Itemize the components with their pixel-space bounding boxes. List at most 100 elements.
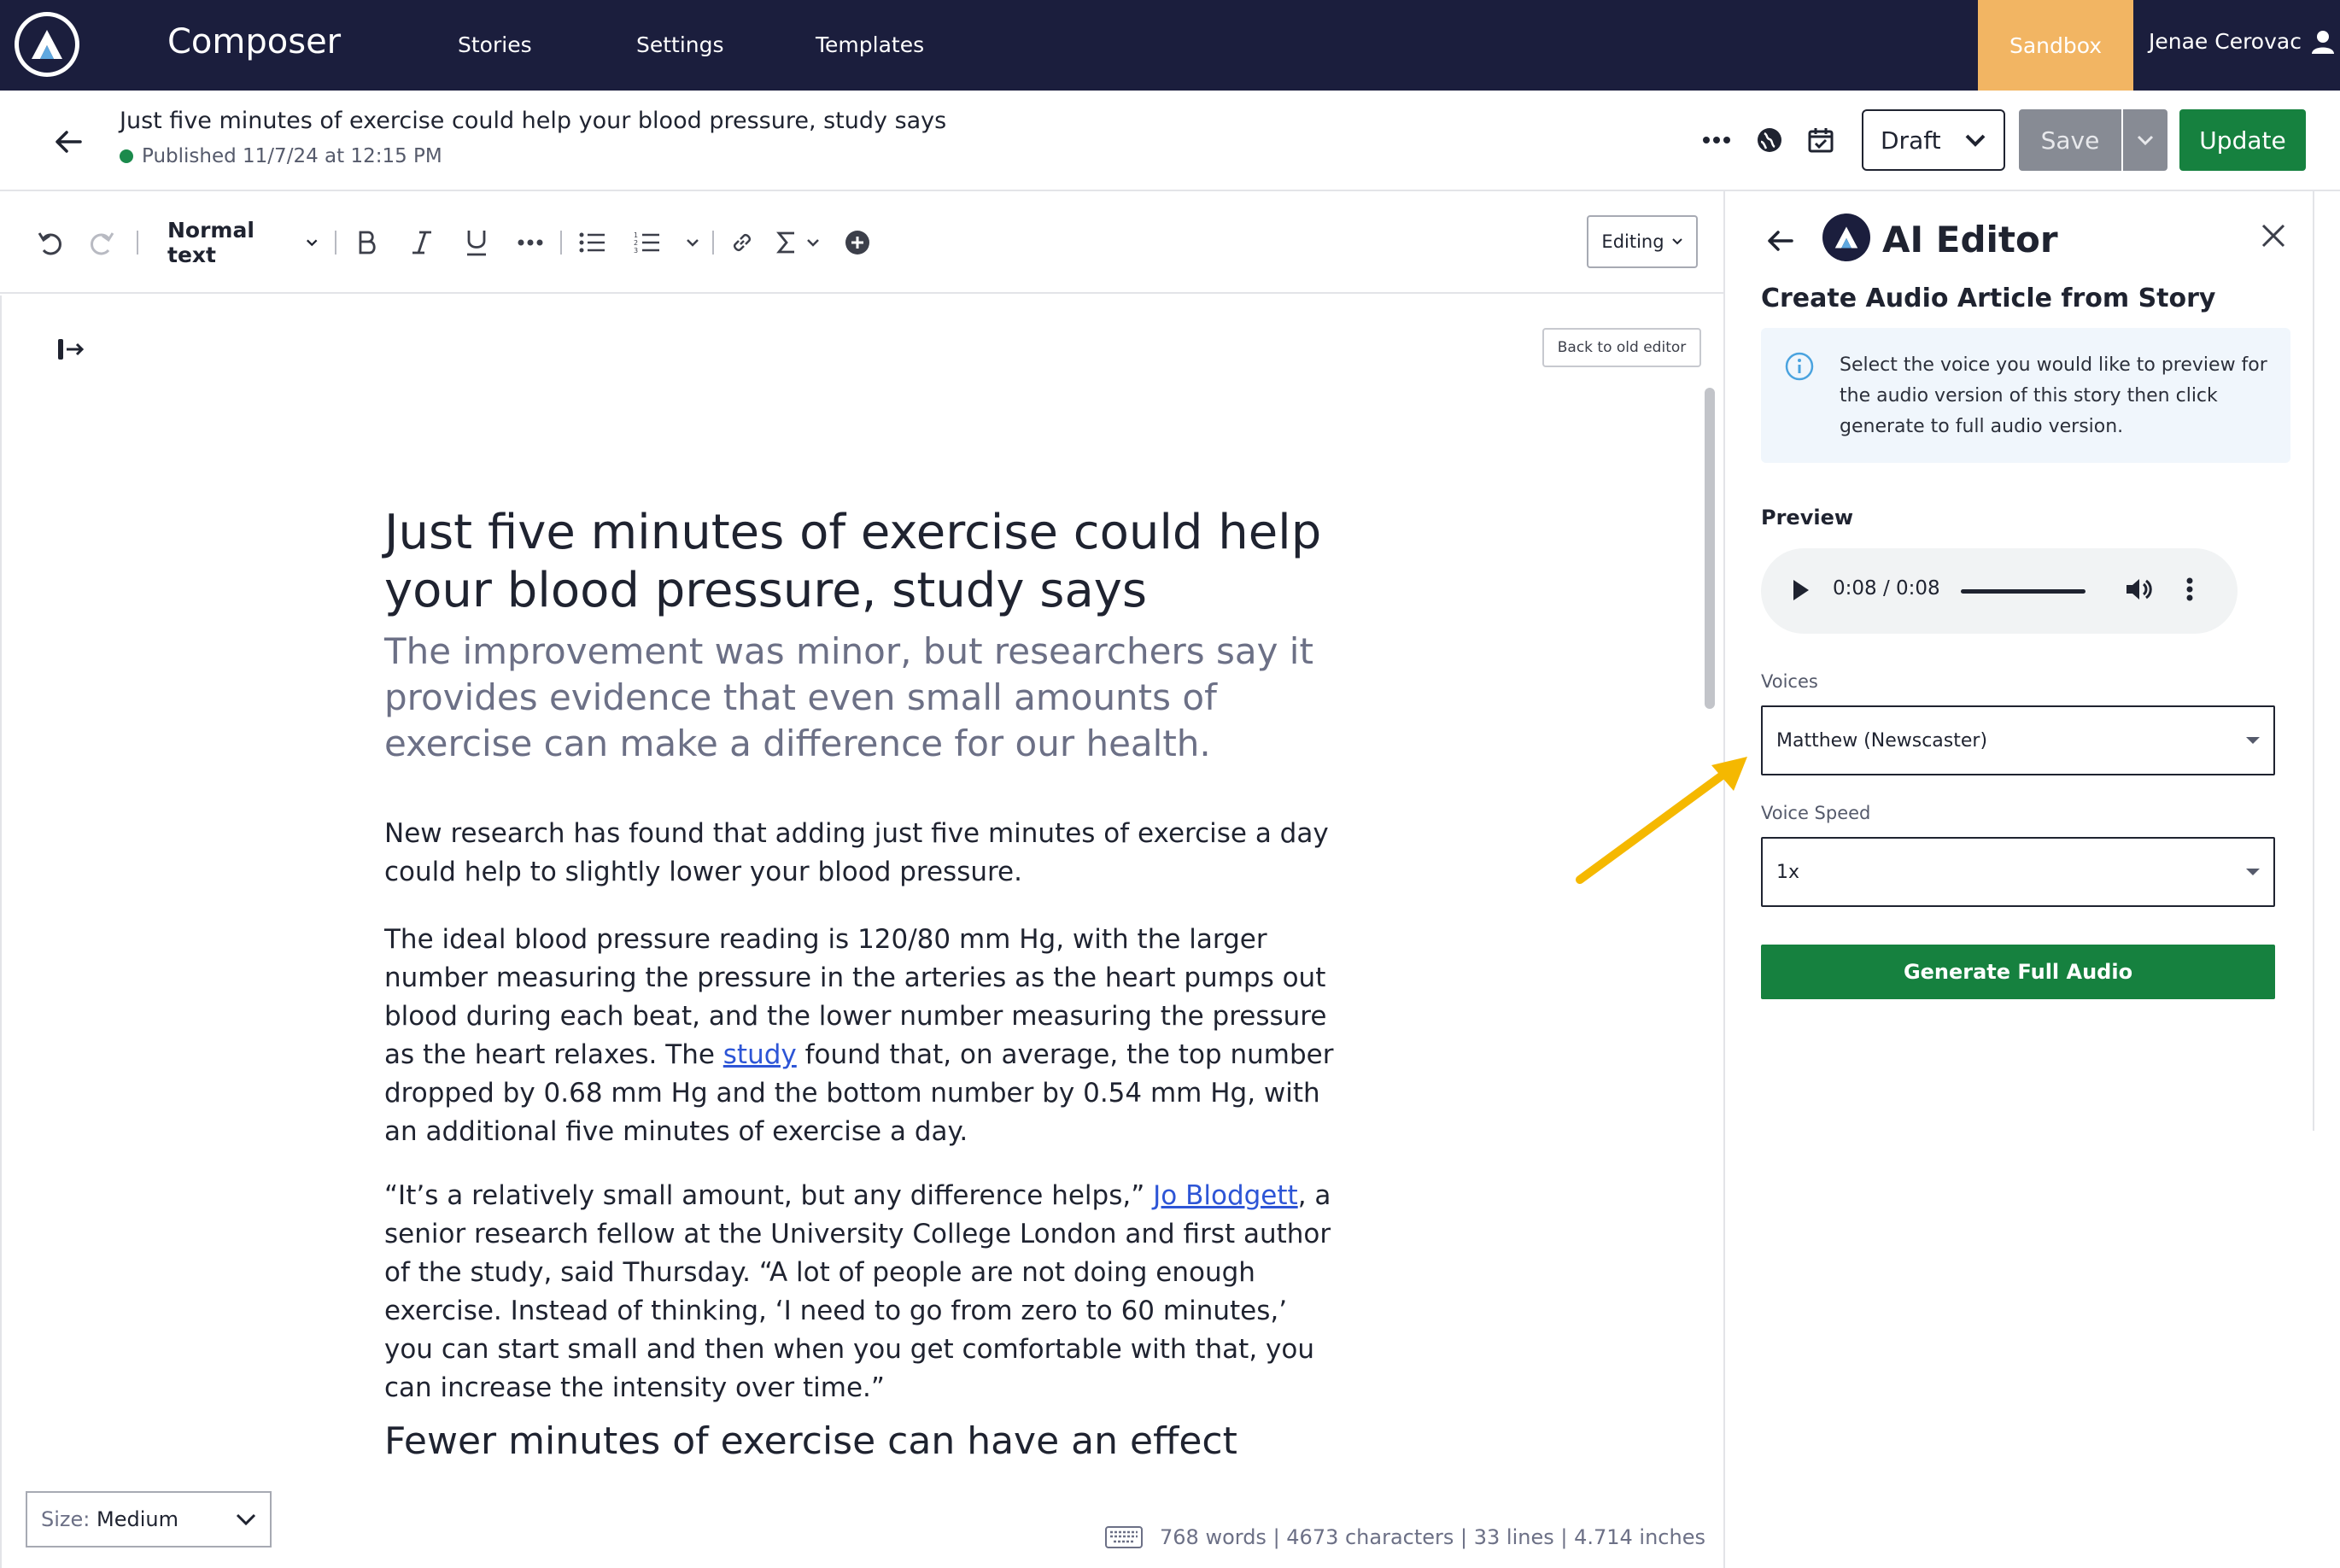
italic-icon[interactable] — [405, 222, 439, 263]
study-link[interactable]: study — [723, 1039, 797, 1070]
chevron-down-icon — [236, 1513, 256, 1525]
bold-icon[interactable] — [350, 222, 384, 263]
user-icon — [2311, 30, 2334, 54]
play-icon[interactable] — [1790, 577, 1812, 603]
editor-stats: 768 words | 4673 characters | 33 lines |… — [1105, 1525, 1705, 1549]
chevron-down-icon — [2137, 135, 2154, 145]
nav-settings[interactable]: Settings — [636, 32, 724, 57]
editing-mode-select[interactable]: Editing — [1587, 215, 1698, 268]
toolbar-divider — [560, 231, 562, 255]
globe-icon[interactable] — [1751, 121, 1788, 159]
published-dot-icon — [120, 149, 133, 163]
insert-plus-icon[interactable] — [840, 222, 875, 263]
story-dek[interactable]: The improvement was minor, but researche… — [384, 629, 1341, 767]
panel-title: AI Editor — [1882, 219, 2058, 260]
story-subhead[interactable]: Fewer minutes of exercise can have an ef… — [384, 1419, 1237, 1463]
nav-stories[interactable]: Stories — [458, 32, 532, 57]
underline-icon[interactable] — [459, 222, 494, 263]
author-link[interactable]: Jo Blodgett — [1153, 1180, 1298, 1211]
bullet-list-icon[interactable] — [574, 222, 610, 263]
panel-subtitle: Create Audio Article from Story — [1761, 284, 2216, 313]
nav-templates[interactable]: Templates — [816, 32, 924, 57]
paragraph[interactable]: New research has found that adding just … — [384, 815, 1341, 892]
formula-icon[interactable] — [775, 222, 822, 263]
size-label: Size: — [41, 1507, 91, 1531]
ai-editor-panel: AI Editor Create Audio Article from Stor… — [1723, 191, 2313, 1568]
svg-text:2: 2 — [634, 239, 638, 247]
caret-down-icon — [2246, 869, 2260, 875]
publish-status: Published 11/7/24 at 12:15 PM — [120, 145, 442, 167]
chevron-down-icon — [1965, 134, 1986, 147]
text-style-select[interactable]: Normal text — [167, 218, 318, 267]
audio-progress-bar[interactable] — [1961, 589, 2086, 594]
numbered-list-icon[interactable]: 123 — [629, 222, 664, 263]
story-title: Just five minutes of exercise could help… — [120, 108, 947, 134]
volume-icon[interactable] — [2123, 574, 2154, 605]
paragraph[interactable]: “It’s a relatively small amount, but any… — [384, 1177, 1341, 1407]
right-gutter — [2313, 191, 2340, 1568]
paragraph-text: “It’s a relatively small amount, but any… — [384, 1180, 1154, 1211]
editing-mode-value: Editing — [1601, 231, 1664, 252]
annotation-arrow-icon — [1576, 757, 1747, 884]
list-options-chevron-icon[interactable] — [680, 222, 705, 263]
audio-time: 0:08 / 0:08 — [1833, 577, 1940, 600]
generate-full-audio-button[interactable]: Generate Full Audio — [1761, 945, 2275, 999]
paragraph-text: , a senior research fellow at the Univer… — [384, 1180, 1331, 1403]
info-icon — [1785, 352, 1814, 381]
voices-select[interactable]: Matthew (Newscaster) — [1761, 705, 2275, 775]
story-header: Just five minutes of exercise could help… — [0, 91, 2340, 191]
voice-speed-label: Voice Speed — [1761, 803, 1871, 823]
more-formatting-icon[interactable] — [512, 222, 548, 263]
info-text: Select the voice you would like to previ… — [1840, 354, 2267, 437]
editor-toolbar: Normal text 123 Editing — [0, 191, 1723, 294]
text-style-value: Normal text — [167, 218, 254, 267]
logo-icon — [19, 16, 75, 73]
word-count-stats: 768 words | 4673 characters | 33 lines |… — [1160, 1525, 1705, 1549]
status-select[interactable]: Draft — [1862, 109, 2005, 171]
size-value: Medium — [97, 1507, 178, 1531]
app-logo[interactable] — [15, 12, 79, 77]
info-box: Select the voice you would like to previ… — [1761, 328, 2290, 463]
back-to-old-editor-button[interactable]: Back to old editor — [1542, 328, 1701, 367]
sandbox-badge: Sandbox — [1978, 0, 2133, 91]
back-arrow-icon[interactable] — [1764, 225, 1795, 256]
chevron-down-icon — [1671, 238, 1682, 245]
top-nav: Composer Stories Settings Templates Sand… — [0, 0, 2340, 91]
paragraph[interactable]: The ideal blood pressure reading is 120/… — [384, 921, 1341, 1151]
voices-label: Voices — [1761, 671, 1818, 692]
save-button[interactable]: Save — [2019, 109, 2121, 171]
editor-scrollbar[interactable] — [1705, 388, 1715, 709]
more-vertical-icon[interactable] — [2185, 574, 2195, 605]
voice-speed-select[interactable]: 1x — [1761, 837, 2275, 907]
app-name: Composer — [167, 22, 342, 61]
link-icon[interactable] — [724, 222, 760, 263]
ai-logo-icon — [1822, 214, 1870, 261]
toolbar-divider — [335, 231, 336, 255]
redo-icon[interactable] — [84, 222, 120, 263]
preview-label: Preview — [1761, 506, 1854, 529]
update-button[interactable]: Update — [2179, 109, 2306, 171]
schedule-calendar-icon[interactable] — [1802, 121, 1840, 159]
user-name: Jenae Cerovac — [2149, 29, 2302, 54]
undo-icon[interactable] — [32, 222, 68, 263]
size-select[interactable]: Size: Medium — [26, 1491, 272, 1548]
user-menu[interactable]: Jenae Cerovac — [2149, 29, 2334, 54]
status-select-value: Draft — [1881, 126, 1941, 155]
save-dropdown-button[interactable] — [2123, 109, 2167, 171]
voice-speed-value: 1x — [1776, 861, 1800, 883]
back-arrow-icon[interactable] — [51, 125, 85, 159]
voices-select-value: Matthew (Newscaster) — [1776, 729, 1988, 752]
toolbar-divider — [137, 231, 138, 255]
svg-text:1: 1 — [634, 231, 638, 239]
audio-player: 0:08 / 0:08 — [1761, 548, 2238, 634]
size-select-text: Size: Medium — [41, 1507, 178, 1531]
svg-text:3: 3 — [634, 247, 638, 255]
close-icon[interactable] — [2260, 222, 2287, 249]
more-options-icon[interactable] — [1698, 121, 1735, 159]
gutter-divider — [2313, 191, 2314, 1131]
story-headline[interactable]: Just five minutes of exercise could help… — [384, 504, 1324, 620]
sidebar-toggle-icon[interactable] — [56, 336, 85, 362]
toolbar-divider — [712, 231, 714, 255]
chevron-down-icon — [306, 239, 317, 247]
keyboard-icon[interactable] — [1105, 1526, 1143, 1548]
